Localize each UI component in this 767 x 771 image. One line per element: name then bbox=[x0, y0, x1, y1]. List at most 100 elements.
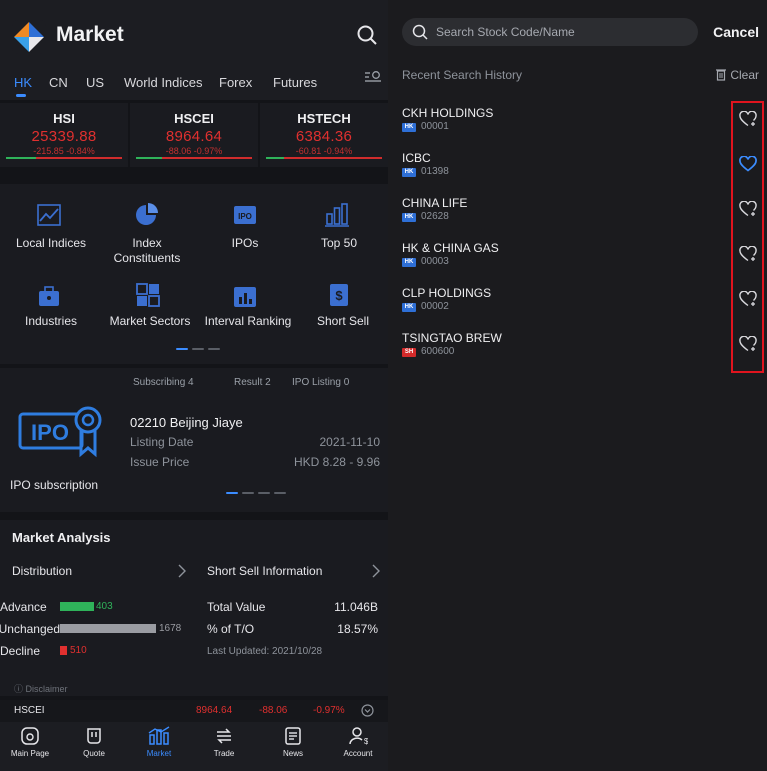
dollar-icon: $ bbox=[330, 284, 348, 306]
grid-item-interval-ranking[interactable]: Interval Ranking bbox=[200, 314, 296, 329]
index-card-hstech[interactable]: HSTECH 6384.36 -60.81 -0.94% bbox=[260, 103, 388, 167]
clear-label: Clear bbox=[730, 68, 759, 82]
nav-trade[interactable]: Trade bbox=[194, 726, 254, 758]
ranking-icon bbox=[234, 287, 256, 307]
search-panel: Search Stock Code/Name Cancel Recent Sea… bbox=[388, 0, 767, 771]
tab-us[interactable]: US bbox=[86, 75, 104, 90]
market-badge: HK bbox=[402, 213, 416, 222]
unchanged-bar bbox=[60, 624, 156, 633]
search-history-item[interactable]: ICBC HK 01398 bbox=[402, 151, 758, 191]
ipo-tab-subscribing[interactable]: Subscribing 4 bbox=[133, 377, 194, 388]
market-feature-grid: Local Indices Index Constituents IPO IPO… bbox=[0, 184, 388, 364]
index-ticker[interactable]: HSCEI 8964.64 -88.06 -0.97% bbox=[0, 700, 388, 722]
decline-label-text: Decline bbox=[0, 644, 41, 658]
chevron-right-icon[interactable] bbox=[372, 564, 380, 578]
grid-item-industries[interactable]: Industries bbox=[4, 314, 98, 329]
pct-to-value: 18.57% bbox=[337, 622, 378, 636]
unchanged-label-text: Unchanged bbox=[0, 622, 60, 636]
tab-hk[interactable]: HK bbox=[14, 75, 32, 90]
search-input[interactable]: Search Stock Code/Name bbox=[402, 18, 698, 46]
grid-item-index-constituents[interactable]: Index Constituents bbox=[100, 236, 194, 266]
total-value: 11.046B bbox=[334, 600, 378, 614]
nav-main-page[interactable]: Main Page bbox=[0, 726, 60, 758]
nav-account[interactable]: $ Account bbox=[328, 726, 388, 758]
index-value: 6384.36 bbox=[295, 128, 353, 145]
chevron-down-icon[interactable] bbox=[361, 704, 374, 717]
account-icon: $ bbox=[349, 727, 368, 746]
grid-item-local-indices[interactable]: Local Indices bbox=[4, 236, 98, 251]
disclaimer-text: Disclaimer bbox=[25, 684, 68, 694]
app-logo-icon bbox=[12, 20, 46, 54]
grid-item-short-sell[interactable]: Short Sell bbox=[302, 314, 384, 329]
market-badge: HK bbox=[402, 258, 416, 267]
market-badge: HK bbox=[402, 303, 416, 312]
market-badge: SH bbox=[402, 348, 416, 357]
tab-settings-icon[interactable] bbox=[364, 70, 382, 84]
index-card-hsi[interactable]: HSI 25339.88 -215.85 -0.84% bbox=[0, 103, 128, 167]
ipo-subscription-card[interactable]: IPO IPO subscription Subscribing 4 Resul… bbox=[0, 368, 388, 512]
grid-item-ipos[interactable]: IPOs bbox=[198, 236, 292, 251]
nav-label: Account bbox=[343, 749, 373, 758]
nav-quote[interactable]: Quote bbox=[64, 726, 124, 758]
index-card-hscei[interactable]: HSCEI 8964.64 -88.06 -0.97% bbox=[130, 103, 258, 167]
search-history-item[interactable]: HK & CHINA GAS HK 00003 bbox=[402, 241, 758, 281]
page-dot bbox=[274, 492, 286, 494]
distribution-link[interactable]: Distribution bbox=[12, 564, 72, 578]
market-badge: HK bbox=[402, 123, 416, 132]
tab-world-indices[interactable]: World Indices bbox=[124, 75, 203, 90]
tab-cn[interactable]: CN bbox=[49, 75, 68, 90]
stock-name: HK & CHINA GAS bbox=[402, 241, 499, 255]
grid-item-market-sectors[interactable]: Market Sectors bbox=[100, 314, 200, 329]
bottom-nav: Main Page Quote Market Trade News $ Acco… bbox=[0, 722, 388, 771]
nav-label: Market bbox=[146, 749, 172, 758]
short-sell-info-link[interactable]: Short Sell Information bbox=[207, 564, 322, 578]
stock-name: TSINGTAO BREW bbox=[402, 331, 502, 345]
svg-text:IPO: IPO bbox=[31, 420, 69, 445]
tab-forex[interactable]: Forex bbox=[219, 75, 252, 90]
issue-price-label: Issue Price bbox=[130, 455, 190, 469]
ticker-pct: -0.97% bbox=[313, 705, 345, 716]
search-icon[interactable] bbox=[356, 24, 378, 46]
ipo-tab-result[interactable]: Result 2 bbox=[234, 377, 271, 388]
chevron-right-icon[interactable] bbox=[178, 564, 186, 578]
stock-name: CLP HOLDINGS bbox=[402, 286, 492, 300]
grid-item-top-50[interactable]: Top 50 bbox=[296, 236, 382, 251]
cancel-button[interactable]: Cancel bbox=[713, 24, 759, 40]
index-name: HSTECH bbox=[297, 111, 351, 126]
search-icon bbox=[412, 24, 428, 40]
svg-text:$: $ bbox=[335, 288, 343, 303]
stock-name: ICBC bbox=[402, 151, 431, 165]
grid-page-indicator bbox=[176, 348, 220, 350]
market-analysis-title: Market Analysis bbox=[12, 530, 111, 545]
clear-history-button[interactable]: Clear bbox=[715, 68, 759, 82]
briefcase-icon bbox=[39, 286, 59, 306]
bar-chart-icon bbox=[325, 203, 349, 227]
ipo-tab-listing[interactable]: IPO Listing 0 bbox=[292, 377, 349, 388]
index-breadth-up bbox=[266, 157, 284, 159]
search-history-item[interactable]: CHINA LIFE HK 02628 bbox=[402, 196, 758, 236]
index-value: 25339.88 bbox=[31, 128, 97, 145]
nav-label: Main Page bbox=[10, 749, 50, 758]
svg-text:$: $ bbox=[364, 737, 368, 746]
ipo-subscription-label: IPO subscription bbox=[10, 478, 99, 492]
page-dot bbox=[176, 348, 188, 350]
disclaimer-link[interactable]: ⓘ Disclaimer bbox=[14, 682, 68, 695]
search-history-item[interactable]: CLP HOLDINGS HK 00002 bbox=[402, 286, 758, 326]
decline-label: Decline bbox=[0, 644, 60, 658]
advance-value: 403 bbox=[96, 601, 113, 612]
index-breadth-up bbox=[136, 157, 162, 159]
nav-market[interactable]: Market bbox=[129, 726, 189, 758]
search-history-item[interactable]: TSINGTAO BREW SH 600600 bbox=[402, 331, 758, 371]
index-value: 8964.64 bbox=[165, 128, 223, 145]
tab-futures[interactable]: Futures bbox=[273, 75, 317, 90]
search-history-item[interactable]: CKH HOLDINGS HK 00001 bbox=[402, 106, 758, 146]
market-header: Market bbox=[0, 0, 388, 64]
home-icon bbox=[21, 727, 39, 745]
advance-label: Advance bbox=[0, 600, 60, 614]
stock-name: CKH HOLDINGS bbox=[402, 106, 494, 120]
nav-news[interactable]: News bbox=[263, 726, 323, 758]
decline-bar bbox=[60, 646, 67, 655]
total-value-label: Total Value bbox=[207, 600, 266, 614]
unchanged-value: 1678 bbox=[159, 623, 182, 634]
grid-icon bbox=[136, 283, 160, 307]
